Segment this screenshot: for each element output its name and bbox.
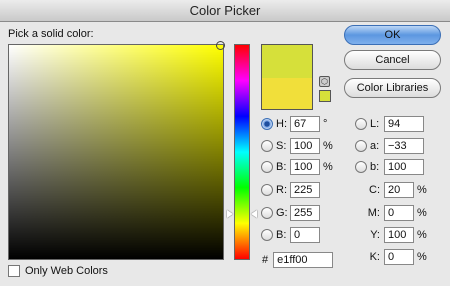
color-field[interactable] <box>8 44 224 260</box>
saturation-label: S: <box>276 140 287 152</box>
green-label: G: <box>276 207 288 219</box>
hue-slider-handle-left[interactable] <box>227 210 233 218</box>
hue-slider-handle-right[interactable] <box>251 210 257 218</box>
hue-row: H: 67 ° <box>261 115 327 133</box>
gamut-color-swatch[interactable] <box>319 90 331 102</box>
black-input[interactable]: 0 <box>384 249 414 265</box>
pick-color-label: Pick a solid color: <box>8 28 94 40</box>
blue-label: B: <box>276 229 287 241</box>
hue-radio[interactable] <box>261 118 273 130</box>
brightness-radio[interactable] <box>261 161 273 173</box>
brightness-row: B: 100 % <box>261 158 333 176</box>
color-libraries-button[interactable]: Color Libraries <box>344 78 441 98</box>
blue-row: B: 0 <box>261 226 320 244</box>
color-picker-window: Color Picker Pick a solid color: ⬡ OK Ca… <box>0 0 450 286</box>
red-label: R: <box>276 184 287 196</box>
brightness-unit: % <box>323 161 333 173</box>
cyan-row: C: 20 % <box>352 181 427 199</box>
a-channel-row: a: −33 <box>355 137 424 155</box>
cyan-label: C: <box>369 184 380 196</box>
window-title: Color Picker <box>0 0 450 22</box>
a-channel-input[interactable]: −33 <box>384 138 424 154</box>
lightness-label: L: <box>370 118 380 130</box>
hex-row: # e1ff00 <box>262 252 334 268</box>
green-input[interactable]: 255 <box>290 205 320 221</box>
blue-input[interactable]: 0 <box>290 227 320 243</box>
hue-unit: ° <box>323 118 328 130</box>
hue-input[interactable]: 67 <box>290 116 320 132</box>
yellow-unit: % <box>417 229 427 241</box>
yellow-label: Y: <box>370 229 380 241</box>
lightness-input[interactable]: 94 <box>384 116 424 132</box>
color-field-cursor[interactable] <box>216 41 225 50</box>
cyan-input[interactable]: 20 <box>384 182 414 198</box>
yellow-row: Y: 100 % <box>352 226 427 244</box>
saturation-unit: % <box>323 140 333 152</box>
a-channel-radio[interactable] <box>355 140 367 152</box>
cancel-button[interactable]: Cancel <box>344 50 441 70</box>
red-row: R: 225 <box>261 181 320 199</box>
hue-slider[interactable] <box>234 44 250 260</box>
only-web-colors-checkbox[interactable] <box>8 265 20 277</box>
hue-label: H: <box>276 118 287 130</box>
only-web-colors-label: Only Web Colors <box>25 265 108 277</box>
red-input[interactable]: 225 <box>290 182 320 198</box>
current-color-swatch[interactable] <box>262 78 312 109</box>
b-channel-row: b: 100 <box>355 158 424 176</box>
magenta-input[interactable]: 0 <box>384 205 414 221</box>
green-row: G: 255 <box>261 204 320 222</box>
black-row: K: 0 % <box>352 248 427 266</box>
saturation-radio[interactable] <box>261 140 273 152</box>
b-channel-radio[interactable] <box>355 161 367 173</box>
magenta-row: M: 0 % <box>352 204 427 222</box>
gamut-warning-icon[interactable]: ⬡ <box>319 76 330 87</box>
cyan-unit: % <box>417 184 427 196</box>
hex-label: # <box>262 254 269 266</box>
black-label: K: <box>369 251 380 263</box>
hex-input[interactable]: e1ff00 <box>273 252 334 268</box>
b-channel-input[interactable]: 100 <box>384 159 424 175</box>
b-channel-label: b: <box>370 161 380 173</box>
only-web-colors-option[interactable]: Only Web Colors <box>8 265 108 277</box>
yellow-input[interactable]: 100 <box>384 227 414 243</box>
black-unit: % <box>417 251 427 263</box>
magenta-label: M: <box>367 207 380 219</box>
blue-radio[interactable] <box>261 229 273 241</box>
saturation-row: S: 100 % <box>261 137 333 155</box>
saturation-input[interactable]: 100 <box>290 138 320 154</box>
lightness-radio[interactable] <box>355 118 367 130</box>
brightness-input[interactable]: 100 <box>290 159 320 175</box>
magenta-unit: % <box>417 207 427 219</box>
red-radio[interactable] <box>261 184 273 196</box>
color-swatch <box>261 44 313 110</box>
green-radio[interactable] <box>261 207 273 219</box>
ok-button[interactable]: OK <box>344 25 441 45</box>
a-channel-label: a: <box>370 140 380 152</box>
lightness-row: L: 94 <box>355 115 424 133</box>
brightness-label: B: <box>276 161 287 173</box>
new-color-swatch <box>262 45 312 78</box>
